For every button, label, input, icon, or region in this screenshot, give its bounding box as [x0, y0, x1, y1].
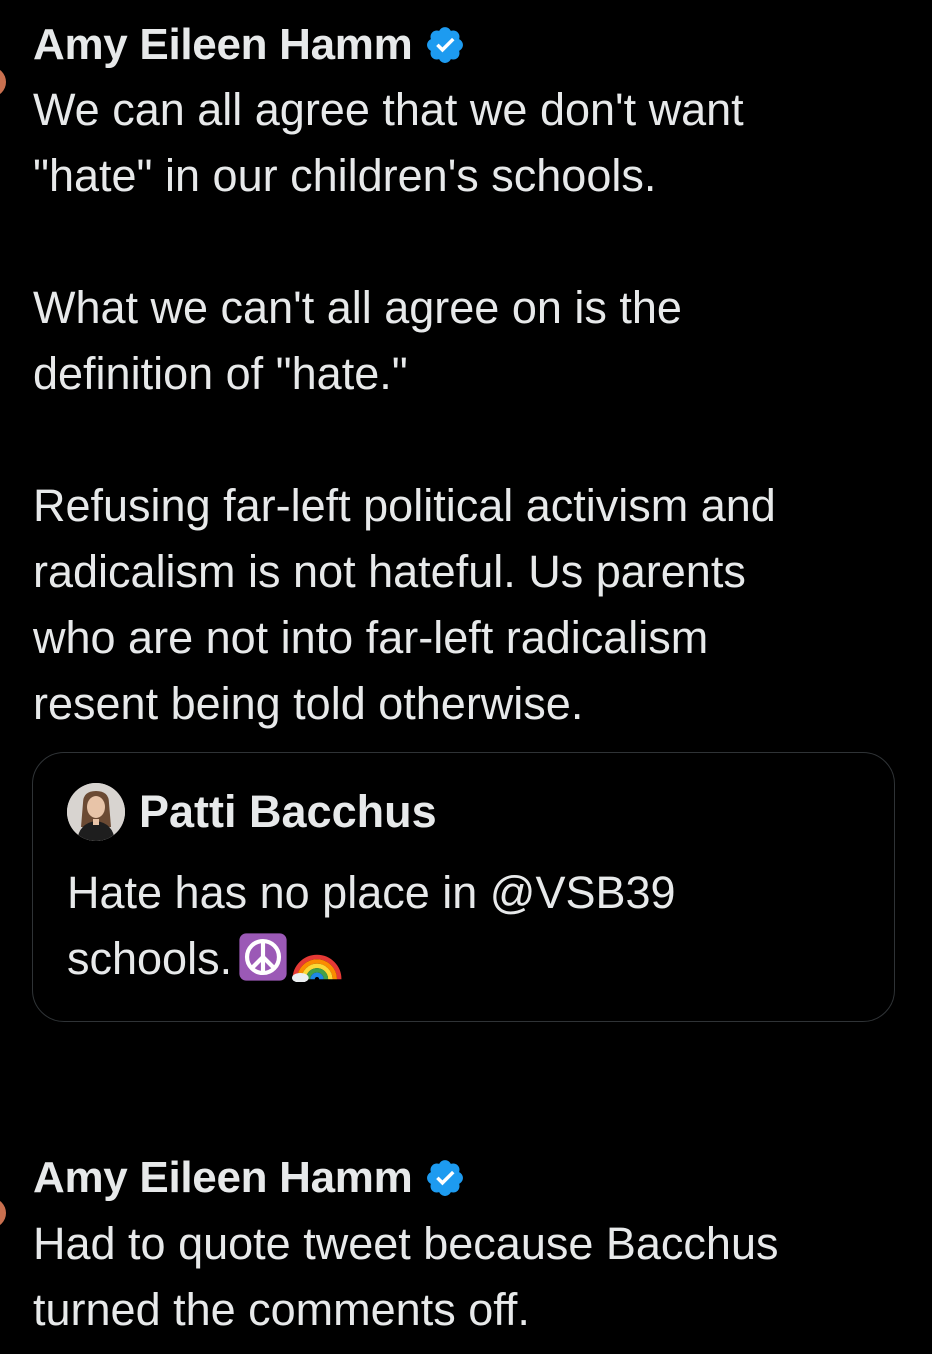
quoted-tweet-content: Hate has no place in @VSB39 schools. [67, 867, 676, 984]
tweet-header: Amy Eileen Hamm [33, 1145, 912, 1211]
person-avatar-icon [67, 783, 125, 841]
peace-symbol-icon [239, 933, 287, 981]
quoted-author-name[interactable]: Patti Bacchus [139, 786, 437, 838]
tweet-paragraph: Refusing far-left political activism and… [33, 480, 776, 729]
avatar[interactable] [0, 1198, 6, 1228]
author-name[interactable]: Amy Eileen Hamm [33, 20, 413, 70]
tweet-paragraph: Had to quote tweet because Bacchus turne… [33, 1218, 779, 1335]
quoted-tweet-text: Hate has no place in @VSB39 schools. [67, 860, 864, 992]
quoted-author-avatar [67, 783, 125, 841]
avatar[interactable] [0, 67, 6, 97]
author-name[interactable]: Amy Eileen Hamm [33, 1153, 413, 1203]
quoted-tweet-card[interactable]: Patti Bacchus Hate has no place in @VSB3… [32, 752, 895, 1022]
verified-badge-icon [427, 27, 464, 63]
verified-badge-icon [427, 1160, 464, 1196]
rainbow-icon [292, 954, 342, 982]
tweet-header: Amy Eileen Hamm [33, 12, 912, 78]
quoted-tweet-header: Patti Bacchus [67, 783, 437, 841]
tweet[interactable]: Amy Eileen Hamm We can all agree that we… [33, 12, 912, 737]
tweet-paragraph: What we can't all agree on is the defini… [33, 282, 682, 399]
quoted-tweet-body: Hate has no place in @VSB39 schools. [67, 860, 864, 992]
tweet-text: We can all agree that we don't want "hat… [33, 77, 912, 737]
tweet-text: Had to quote tweet because Bacchus turne… [33, 1211, 912, 1343]
tweet[interactable]: Amy Eileen Hamm Had to quote tweet becau… [33, 1145, 912, 1343]
tweet-paragraph: We can all agree that we don't want "hat… [33, 84, 744, 201]
